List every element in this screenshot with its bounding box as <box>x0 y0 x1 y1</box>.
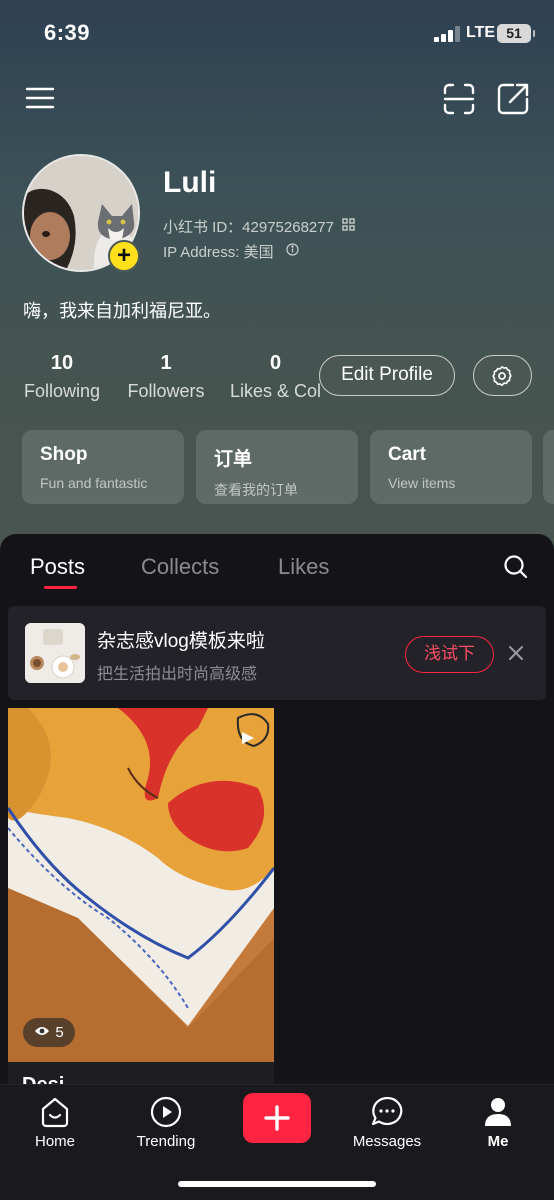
stat-label: Following <box>23 381 101 401</box>
search-icon[interactable] <box>503 554 528 584</box>
nav-label: Trending <box>136 1133 196 1150</box>
qr-code-icon[interactable] <box>342 218 355 235</box>
promo-subtitle: 把生活拍出时尚高级感 <box>97 666 258 683</box>
shop-card[interactable]: Shop Fun and fantastic <box>22 430 184 504</box>
card-title: Shop <box>40 444 88 465</box>
person-icon <box>481 1095 515 1129</box>
plus-icon <box>263 1104 291 1137</box>
card-title: Cart <box>388 444 427 465</box>
username: Luli <box>163 166 217 199</box>
post-card[interactable]: 5 Desi <box>8 708 274 1088</box>
nav-home[interactable]: Home <box>5 1095 105 1150</box>
view-count: 5 <box>55 1024 64 1041</box>
bottom-nav: Home Trending Messages Me <box>0 1084 554 1200</box>
card-title: 订单 <box>214 449 253 470</box>
signal-icon <box>434 26 462 42</box>
home-indicator <box>178 1181 376 1187</box>
user-id: 小红书 ID：42975268277 <box>163 219 334 236</box>
chat-bubble-icon <box>370 1095 404 1129</box>
view-count-badge: 5 <box>23 1018 75 1047</box>
nav-label: Me <box>487 1133 509 1150</box>
promo-banner[interactable]: 杂志感vlog模板来啦 把生活拍出时尚高级感 浅试下 <box>8 606 546 700</box>
settings-button[interactable] <box>473 355 532 396</box>
ip-address-row: IP Address: 美国 <box>163 241 299 262</box>
nav-trending[interactable]: Trending <box>116 1095 216 1150</box>
create-post-button[interactable] <box>243 1093 311 1143</box>
card-subtitle: View items <box>388 475 456 491</box>
stat-value: 10 <box>50 352 74 374</box>
promo-try-button[interactable]: 浅试下 <box>405 636 494 673</box>
nav-me[interactable]: Me <box>448 1095 548 1150</box>
share-icon[interactable] <box>494 80 532 118</box>
promo-thumbnail <box>25 623 85 683</box>
stat-label: Followers <box>127 381 205 401</box>
battery-icon: 51 <box>497 24 535 43</box>
orders-card[interactable]: 订单 查看我的订单 <box>196 430 358 504</box>
tab-likes[interactable]: Likes <box>278 554 329 580</box>
tab-posts[interactable]: Posts <box>30 554 85 580</box>
tab-collects[interactable]: Collects <box>141 554 219 580</box>
nav-label: Home <box>34 1133 75 1150</box>
status-bar: 6:39 LTE 51 <box>0 0 554 68</box>
user-id-row: 小红书 ID：42975268277 <box>163 216 355 237</box>
card-subtitle: Fun and fantastic <box>40 475 148 491</box>
stat-value: 0 <box>270 352 282 374</box>
promo-title: 杂志感vlog模板来啦 <box>97 631 265 652</box>
card-subtitle: 查看我的订单 <box>214 482 298 498</box>
ip-address: IP Address: 美国 <box>163 244 274 261</box>
active-tab-indicator <box>44 586 77 589</box>
home-icon <box>38 1095 72 1129</box>
stat-label: Likes & Col <box>230 381 322 401</box>
stat-following[interactable]: 10 Following <box>22 352 102 402</box>
next-card-edge[interactable] <box>543 430 554 504</box>
status-time: 6:39 <box>44 20 91 45</box>
close-icon[interactable] <box>506 643 528 665</box>
cart-card[interactable]: Cart View items <box>370 430 532 504</box>
bio: 嗨，我来自加利福尼亚。 <box>23 301 221 321</box>
stat-value: 1 <box>160 352 172 374</box>
play-circle-icon <box>149 1095 183 1129</box>
info-icon[interactable] <box>286 243 299 260</box>
nav-label: Messages <box>352 1133 422 1150</box>
scan-icon[interactable] <box>440 80 478 118</box>
add-avatar-button[interactable]: + <box>108 240 140 272</box>
post-image <box>8 708 274 1062</box>
edit-profile-button[interactable]: Edit Profile <box>319 355 455 396</box>
stat-likes-collects[interactable]: 0 Likes & Col <box>230 352 326 402</box>
eye-icon <box>34 1024 50 1041</box>
stat-followers[interactable]: 1 Followers <box>126 352 206 402</box>
menu-icon[interactable] <box>22 82 58 114</box>
nav-messages[interactable]: Messages <box>337 1095 437 1150</box>
network-type: LTE <box>466 24 496 41</box>
gear-icon <box>491 365 513 392</box>
